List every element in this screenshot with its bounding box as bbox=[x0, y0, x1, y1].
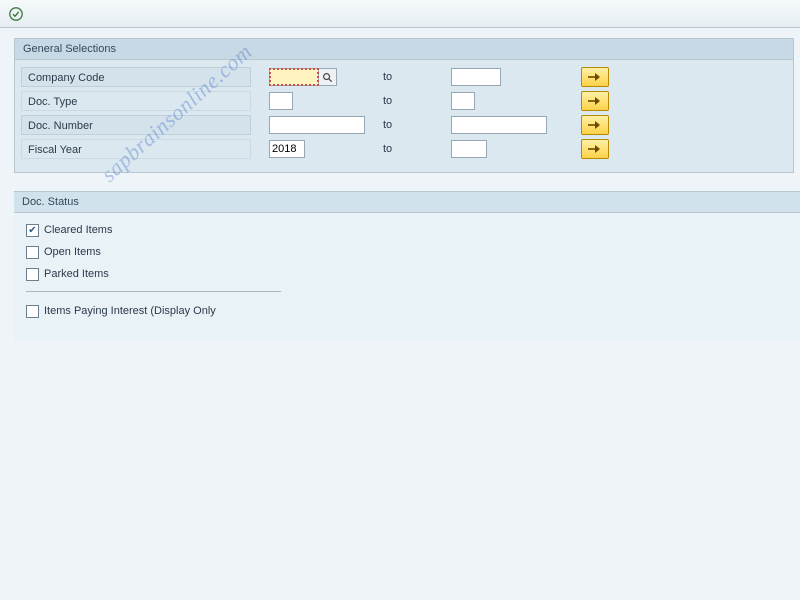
to-label: to bbox=[371, 119, 451, 131]
search-icon bbox=[322, 72, 333, 83]
multiple-selection-button[interactable] bbox=[581, 115, 609, 135]
multiple-selection-icon bbox=[587, 119, 603, 131]
multiple-selection-button[interactable] bbox=[581, 67, 609, 87]
checkbox-row: Parked Items bbox=[20, 263, 794, 285]
doc-status-body: ✔ Cleared Items Open Items Parked Items Item… bbox=[14, 213, 800, 332]
selection-row: Doc. Number to bbox=[21, 114, 787, 136]
app-window: General Selections Company CodetoDoc. Ty… bbox=[0, 0, 800, 600]
clock-check-icon bbox=[8, 6, 24, 22]
execute-button[interactable] bbox=[6, 4, 26, 24]
doc-status-group: Doc. Status ✔ Cleared Items Open Items Park… bbox=[14, 191, 800, 341]
checkbox[interactable] bbox=[26, 305, 39, 318]
field-label: Doc. Number bbox=[21, 115, 251, 135]
multiple-selection-icon bbox=[587, 95, 603, 107]
general-selections-title: General Selections bbox=[15, 39, 793, 60]
from-input[interactable] bbox=[269, 116, 365, 134]
toolbar bbox=[0, 0, 800, 28]
selection-row: Fiscal Year to bbox=[21, 138, 787, 160]
value-help-button[interactable] bbox=[319, 68, 337, 86]
to-input[interactable] bbox=[451, 140, 487, 158]
checkbox-label: Open Items bbox=[44, 246, 101, 258]
content-area: General Selections Company CodetoDoc. Ty… bbox=[0, 28, 800, 341]
to-input[interactable] bbox=[451, 116, 547, 134]
field-label: Doc. Type bbox=[21, 91, 251, 111]
to-input[interactable] bbox=[451, 92, 475, 110]
divider bbox=[26, 291, 281, 292]
multiple-selection-button[interactable] bbox=[581, 139, 609, 159]
checkbox[interactable] bbox=[26, 268, 39, 281]
from-input[interactable] bbox=[269, 92, 293, 110]
field-label: Company Code bbox=[21, 67, 251, 87]
multiple-selection-icon bbox=[587, 71, 603, 83]
checkbox[interactable] bbox=[26, 246, 39, 259]
general-selections-body: Company CodetoDoc. TypetoDoc. NumbertoFi… bbox=[15, 60, 793, 172]
general-selections-group: General Selections Company CodetoDoc. Ty… bbox=[14, 38, 794, 173]
from-input[interactable] bbox=[269, 68, 319, 86]
checkbox-row: Open Items bbox=[20, 241, 794, 263]
checkbox-label: Parked Items bbox=[44, 268, 109, 280]
to-input[interactable] bbox=[451, 68, 501, 86]
selection-row: Company Code to bbox=[21, 66, 787, 88]
multiple-selection-button[interactable] bbox=[581, 91, 609, 111]
selection-row: Doc. Type to bbox=[21, 90, 787, 112]
checkbox-row: ✔ Cleared Items bbox=[20, 219, 794, 241]
to-label: to bbox=[371, 95, 451, 107]
to-label: to bbox=[371, 71, 451, 83]
to-label: to bbox=[371, 143, 451, 155]
checkbox[interactable]: ✔ bbox=[26, 224, 39, 237]
field-label: Fiscal Year bbox=[21, 139, 251, 159]
checkbox-row: Items Paying Interest (Display Only bbox=[20, 300, 794, 322]
checkbox-label: Cleared Items bbox=[44, 224, 112, 236]
doc-status-title: Doc. Status bbox=[14, 192, 800, 213]
checkbox-label: Items Paying Interest (Display Only bbox=[44, 305, 216, 317]
multiple-selection-icon bbox=[587, 143, 603, 155]
from-input[interactable] bbox=[269, 140, 305, 158]
